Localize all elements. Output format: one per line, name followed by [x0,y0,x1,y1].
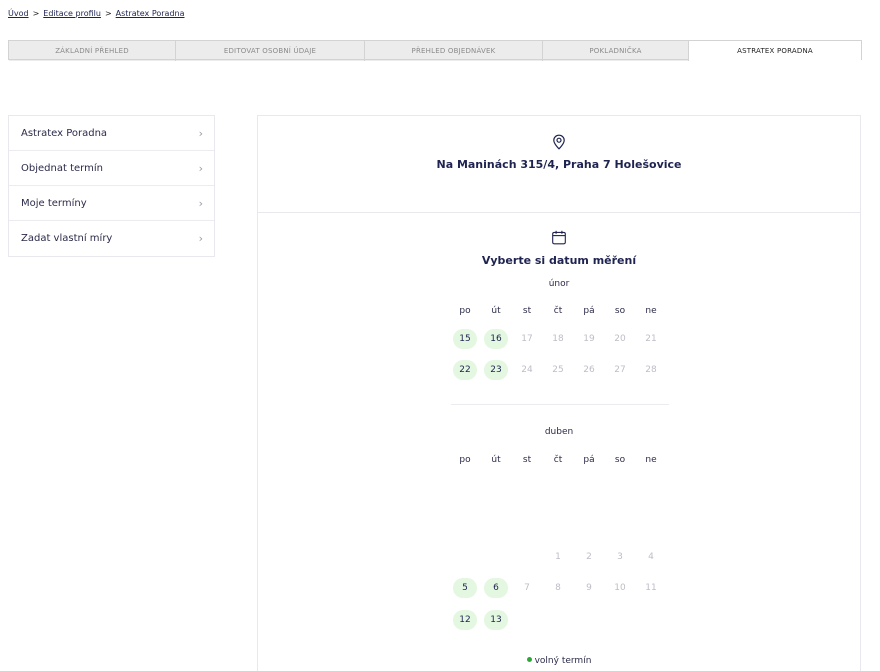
chevron-right-icon: › [198,126,203,140]
tab-astratex-poradna[interactable]: ASTRATEX PORADNA [689,41,861,61]
sidebar-item-label: Moje termíny [21,197,87,209]
tab-editovat-osobni-udaje[interactable]: EDITOVAT OSOBNÍ ÚDAJE [176,41,365,61]
sidebar-item-moje-terminy[interactable]: Moje termíny › [9,186,214,221]
breadcrumb-link-profile[interactable]: Editace profilu [43,9,101,18]
breadcrumb-link-poradna[interactable]: Astratex Poradna [116,9,185,18]
breadcrumb-separator: > [32,9,40,18]
sidebar-menu: Astratex Poradna › Objednat termín › Moj… [8,115,215,257]
calendar-day-unavailable: 1 [555,552,561,562]
weekday-label: po [459,306,471,316]
calendar-day-available[interactable]: 23 [484,360,508,380]
chevron-right-icon: › [198,196,203,210]
sidebar-item-label: Objednat termín [21,162,103,174]
calendar-day-unavailable: 24 [521,365,533,375]
calendar-day-unavailable: 7 [524,583,530,593]
salon-address: Na Maninách 315/4, Praha 7 Holešovice [436,158,682,171]
calendar-day-available[interactable]: 16 [484,329,508,349]
weekday-label: so [614,306,626,316]
month-name: duben [544,427,574,437]
weekday-label: čt [553,306,563,316]
calendar-title: Vyberte si datum měření [481,254,637,267]
legend-label: volný termín [534,656,592,666]
location-pin-icon [552,134,566,154]
weekday-label: ne [645,455,657,465]
breadcrumb-link-home[interactable]: Úvod [8,9,29,18]
weekday-label: ne [645,306,657,316]
weekday-label: pá [583,455,595,465]
chevron-right-icon: › [198,161,203,175]
calendar-icon [552,230,567,249]
calendar-day-unavailable: 26 [583,365,595,375]
calendar-day-available[interactable]: 15 [453,329,477,349]
weekday-label: st [522,455,532,465]
booking-panel: Na Maninách 315/4, Praha 7 Holešovice Vy… [257,115,861,671]
sidebar-item-zadat-vlastni-miry[interactable]: Zadat vlastní míry › [9,221,214,256]
calendar-day-available[interactable]: 13 [484,610,508,630]
month-divider [451,404,669,405]
calendar-day-unavailable: 20 [614,334,626,344]
weekday-label: st [522,306,532,316]
breadcrumb: Úvod > Editace profilu > Astratex Poradna [8,9,185,18]
calendar-day-unavailable: 27 [614,365,626,375]
tab-prehled-objednavek[interactable]: PŘEHLED OBJEDNÁVEK [365,41,543,61]
calendar-day-unavailable: 11 [645,583,657,593]
location-section: Na Maninách 315/4, Praha 7 Holešovice [258,116,860,213]
weekday-label: čt [553,455,563,465]
calendar-day-unavailable: 21 [645,334,657,344]
month-name: únor [548,279,570,289]
calendar-day-unavailable: 10 [614,583,626,593]
calendar-day-available[interactable]: 22 [453,360,477,380]
sidebar-item-astratex-poradna[interactable]: Astratex Poradna › [9,116,214,151]
calendar-day-unavailable: 4 [648,552,654,562]
calendar-day-unavailable: 19 [583,334,595,344]
weekday-label: út [491,455,501,465]
calendar-day-unavailable: 8 [555,583,561,593]
breadcrumb-separator: > [104,9,112,18]
calendar-day-unavailable: 2 [586,552,592,562]
weekday-label: po [459,455,471,465]
calendar-day-unavailable: 9 [586,583,592,593]
profile-tabs: ZÁKLADNÍ PŘEHLED EDITOVAT OSOBNÍ ÚDAJE P… [8,40,862,61]
free-slot-dot-icon [526,657,532,662]
calendar-legend: volný termín [258,656,860,666]
sidebar-item-label: Astratex Poradna [21,127,108,139]
chevron-right-icon: › [198,232,203,245]
sidebar-item-label: Zadat vlastní míry [21,233,113,244]
calendar-day-unavailable: 28 [645,365,657,375]
weekday-label: út [491,306,501,316]
calendar-day-available[interactable]: 6 [484,578,508,598]
calendar-day-unavailable: 25 [552,365,564,375]
tabs-underline [8,59,688,60]
calendar-day-unavailable: 17 [521,334,533,344]
calendar-day-available[interactable]: 5 [453,578,477,598]
calendar-day-unavailable: 18 [552,334,564,344]
calendar-day-available[interactable]: 12 [453,610,477,630]
tab-zakladni-prehled[interactable]: ZÁKLADNÍ PŘEHLED [9,41,176,61]
weekday-label: so [614,455,626,465]
calendar-day-unavailable: 3 [617,552,623,562]
tab-pokladnicka[interactable]: POKLADNIČKA [543,41,689,61]
weekday-label: pá [583,306,595,316]
sidebar-item-objednat-termin[interactable]: Objednat termín › [9,151,214,186]
